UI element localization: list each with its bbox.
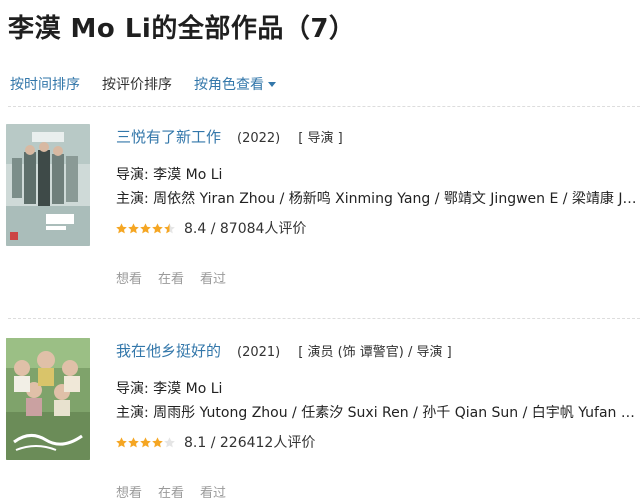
caret-down-icon: [268, 81, 276, 87]
view-by-role-dropdown[interactable]: 按角色查看: [194, 74, 276, 94]
work-title-row: 三悦有了新工作 (2022) [ 导演 ]: [116, 126, 640, 150]
rating-text: 8.4 / 87084人评价: [184, 221, 307, 237]
star-icon: [116, 436, 127, 447]
star-icon: [164, 436, 175, 447]
work-title-link[interactable]: 我在他乡挺好的: [116, 340, 221, 361]
work-title-row: 我在他乡挺好的 (2021) [ 演员 (饰 谭警官) / 导演 ]: [116, 340, 640, 364]
work-role: [ 演员 (饰 谭警官) / 导演 ]: [298, 345, 452, 360]
rating-row: 8.1 / 226412人评价: [116, 432, 640, 452]
star-icon: [152, 436, 163, 447]
action-row: 想看 在看 看过: [116, 268, 640, 287]
work-role: [ 导演 ]: [298, 131, 343, 146]
watched-button[interactable]: 看过: [200, 482, 226, 498]
rating-text: 8.1 / 226412人评价: [184, 435, 316, 451]
page-title: 李漠 Mo Li的全部作品（7）: [8, 14, 356, 44]
sort-by-time-link[interactable]: 按时间排序: [10, 74, 80, 94]
work-year: (2022): [237, 131, 281, 146]
work-info: 我在他乡挺好的 (2021) [ 演员 (饰 谭警官) / 导演 ] 导演: 李…: [116, 340, 640, 498]
star-icon: [140, 222, 151, 233]
work-info: 三悦有了新工作 (2022) [ 导演 ] 导演: 李漠 Mo Li 主演: 周…: [116, 126, 640, 287]
sort-bar: 按时间排序 按评价排序 按角色查看: [10, 74, 298, 94]
watching-button[interactable]: 在看: [158, 482, 184, 498]
director-line: 导演: 李漠 Mo Li: [116, 381, 223, 397]
want-to-watch-button[interactable]: 想看: [116, 268, 142, 287]
star-icon: [128, 222, 139, 233]
watching-button[interactable]: 在看: [158, 268, 184, 287]
divider: [8, 106, 640, 107]
star-icon: [128, 436, 139, 447]
action-row: 想看 在看 看过: [116, 482, 640, 498]
star-icon: [116, 222, 127, 233]
movie-poster[interactable]: [6, 124, 90, 246]
director-line: 导演: 李漠 Mo Li: [116, 167, 223, 183]
sort-by-rating-link[interactable]: 按评价排序: [102, 74, 172, 94]
movie-poster[interactable]: [6, 338, 90, 460]
rating-row: 8.4 / 87084人评价: [116, 218, 640, 238]
watched-button[interactable]: 看过: [200, 268, 226, 287]
work-title-link[interactable]: 三悦有了新工作: [116, 126, 221, 147]
star-icon: [140, 436, 151, 447]
view-by-role-label: 按角色查看: [194, 77, 264, 93]
cast-line: 主演: 周雨彤 Yutong Zhou / 任素汐 Suxi Ren / 孙千 …: [116, 405, 638, 421]
divider: [8, 318, 640, 319]
star-icon: [152, 222, 163, 233]
want-to-watch-button[interactable]: 想看: [116, 482, 142, 498]
rating-stars: [116, 222, 176, 234]
work-year: (2021): [237, 345, 281, 360]
rating-stars: [116, 436, 176, 448]
star-icon: [164, 222, 175, 233]
cast-line: 主演: 周依然 Yiran Zhou / 杨新鸣 Xinming Yang / …: [116, 191, 638, 207]
